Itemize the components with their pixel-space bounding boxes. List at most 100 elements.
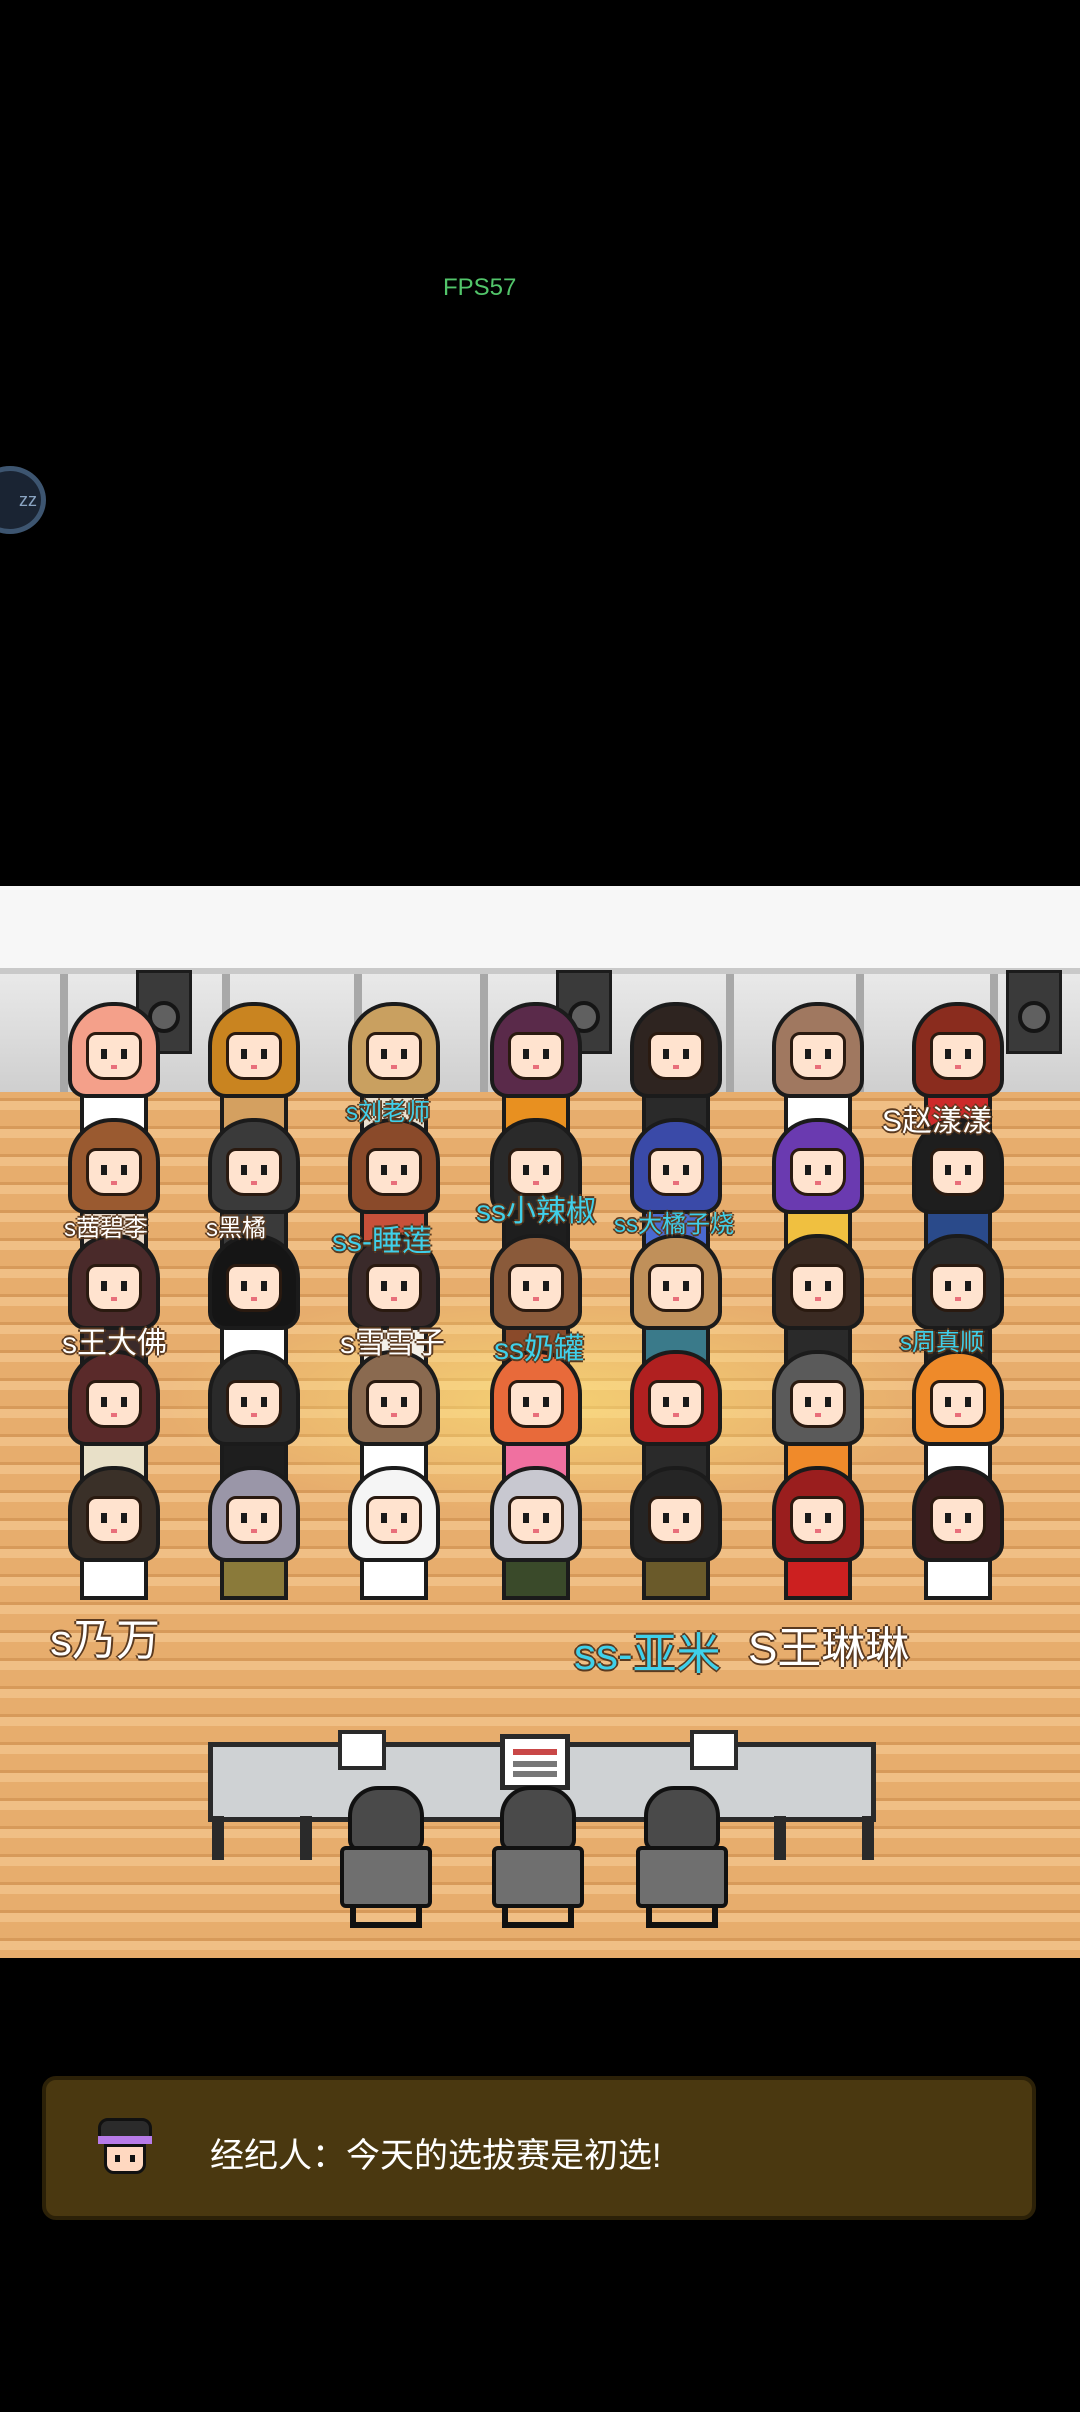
- eye: [261, 1165, 267, 1175]
- mouth: [251, 1529, 257, 1533]
- eye: [825, 1049, 831, 1059]
- mouth: [955, 1297, 961, 1301]
- eye: [945, 1049, 951, 1059]
- mouth: [251, 1181, 257, 1185]
- eye: [261, 1397, 267, 1407]
- eye: [101, 1397, 107, 1407]
- mouth: [111, 1413, 117, 1417]
- trainee-face: [366, 1380, 422, 1428]
- audition-stage[interactable]: s刘老师 S赵漾漾 s茜碧李 s黑橘 ss-睡莲 ss小辣椒 ss大橘子烧 s王…: [0, 886, 1080, 1958]
- trainee-face: [648, 1148, 704, 1196]
- floating-assist-button[interactable]: zz: [0, 466, 46, 534]
- trainee-name-label: ss奶罐: [494, 1333, 584, 1366]
- eye: [825, 1281, 831, 1291]
- eye: [683, 1165, 689, 1175]
- judge-head: [348, 1786, 424, 1852]
- mouth: [673, 1529, 679, 1533]
- chair-legs: [646, 1906, 718, 1928]
- mouth: [391, 1529, 397, 1533]
- trainee-sprite[interactable]: [198, 1466, 310, 1604]
- eye: [401, 1397, 407, 1407]
- eye: [401, 1281, 407, 1291]
- trainee-sprite[interactable]: [762, 1466, 874, 1604]
- mouth: [251, 1297, 257, 1301]
- mouth: [111, 1065, 117, 1069]
- mouth: [533, 1181, 539, 1185]
- trainee-name-label: S赵漾漾: [882, 1105, 993, 1138]
- trainee-sprite[interactable]: [620, 1466, 732, 1604]
- trainee-face: [86, 1264, 142, 1312]
- eye: [401, 1049, 407, 1059]
- trainee-face: [508, 1264, 564, 1312]
- eye: [543, 1513, 549, 1523]
- clipboard-icon[interactable]: [500, 1734, 570, 1790]
- manager-avatar-icon: [94, 2118, 156, 2178]
- eye: [945, 1397, 951, 1407]
- eye: [965, 1281, 971, 1291]
- avatar-face: [104, 2144, 146, 2174]
- mouth: [673, 1065, 679, 1069]
- eye: [805, 1513, 811, 1523]
- trainee-face: [648, 1380, 704, 1428]
- mouth: [391, 1065, 397, 1069]
- avatar-visor: [98, 2136, 152, 2144]
- judge-chair: [340, 1846, 432, 1908]
- trainee-face: [930, 1496, 986, 1544]
- trainee-name-label: s乃万: [50, 1616, 160, 1665]
- trainee-face: [648, 1032, 704, 1080]
- judge-head: [644, 1786, 720, 1852]
- eye: [261, 1281, 267, 1291]
- desk-leg: [300, 1816, 312, 1860]
- desk-leg: [212, 1816, 224, 1860]
- mouth: [955, 1413, 961, 1417]
- eye: [523, 1165, 529, 1175]
- eye: [805, 1397, 811, 1407]
- eye: [945, 1281, 951, 1291]
- trainee-face: [930, 1264, 986, 1312]
- mouth: [533, 1413, 539, 1417]
- eye: [241, 1049, 247, 1059]
- trainee-face: [930, 1148, 986, 1196]
- mouth: [251, 1065, 257, 1069]
- trainee-sprite[interactable]: [902, 1466, 1014, 1604]
- trainee-face: [226, 1032, 282, 1080]
- chair-legs: [350, 1906, 422, 1928]
- eye: [401, 1513, 407, 1523]
- trainee-sprite[interactable]: [338, 1466, 450, 1604]
- eye: [523, 1281, 529, 1291]
- eye: [805, 1281, 811, 1291]
- trainee-face: [226, 1148, 282, 1196]
- trainee-face: [648, 1496, 704, 1544]
- mouth: [673, 1181, 679, 1185]
- eye: [121, 1049, 127, 1059]
- mouth: [815, 1297, 821, 1301]
- trainee-face: [508, 1380, 564, 1428]
- eye: [121, 1281, 127, 1291]
- trainee-face: [508, 1496, 564, 1544]
- mouth: [955, 1181, 961, 1185]
- mouth: [673, 1413, 679, 1417]
- eye: [543, 1397, 549, 1407]
- mouth: [955, 1529, 961, 1533]
- eye: [965, 1165, 971, 1175]
- eye: [101, 1049, 107, 1059]
- mouth: [391, 1413, 397, 1417]
- eye: [121, 1397, 127, 1407]
- trainee-name-label: ss大橘子烧: [614, 1211, 734, 1238]
- trainee-name-label: s黑橘: [206, 1215, 266, 1242]
- trainee-face: [86, 1380, 142, 1428]
- eye: [241, 1397, 247, 1407]
- dialog-box[interactable]: 经纪人：今天的选拔赛是初选!: [42, 2076, 1036, 2220]
- trainee-name-label: S王琳琳: [748, 1624, 910, 1673]
- eye: [401, 1165, 407, 1175]
- eye: [825, 1165, 831, 1175]
- eye: [101, 1513, 107, 1523]
- trainee-face: [366, 1496, 422, 1544]
- desk-leg: [774, 1816, 786, 1860]
- speaker-icon: [1006, 970, 1062, 1054]
- trainee-sprite[interactable]: [58, 1466, 170, 1604]
- eye: [543, 1049, 549, 1059]
- trainee-sprite[interactable]: [480, 1466, 592, 1604]
- judge: [336, 1786, 436, 1936]
- trainee-face: [790, 1264, 846, 1312]
